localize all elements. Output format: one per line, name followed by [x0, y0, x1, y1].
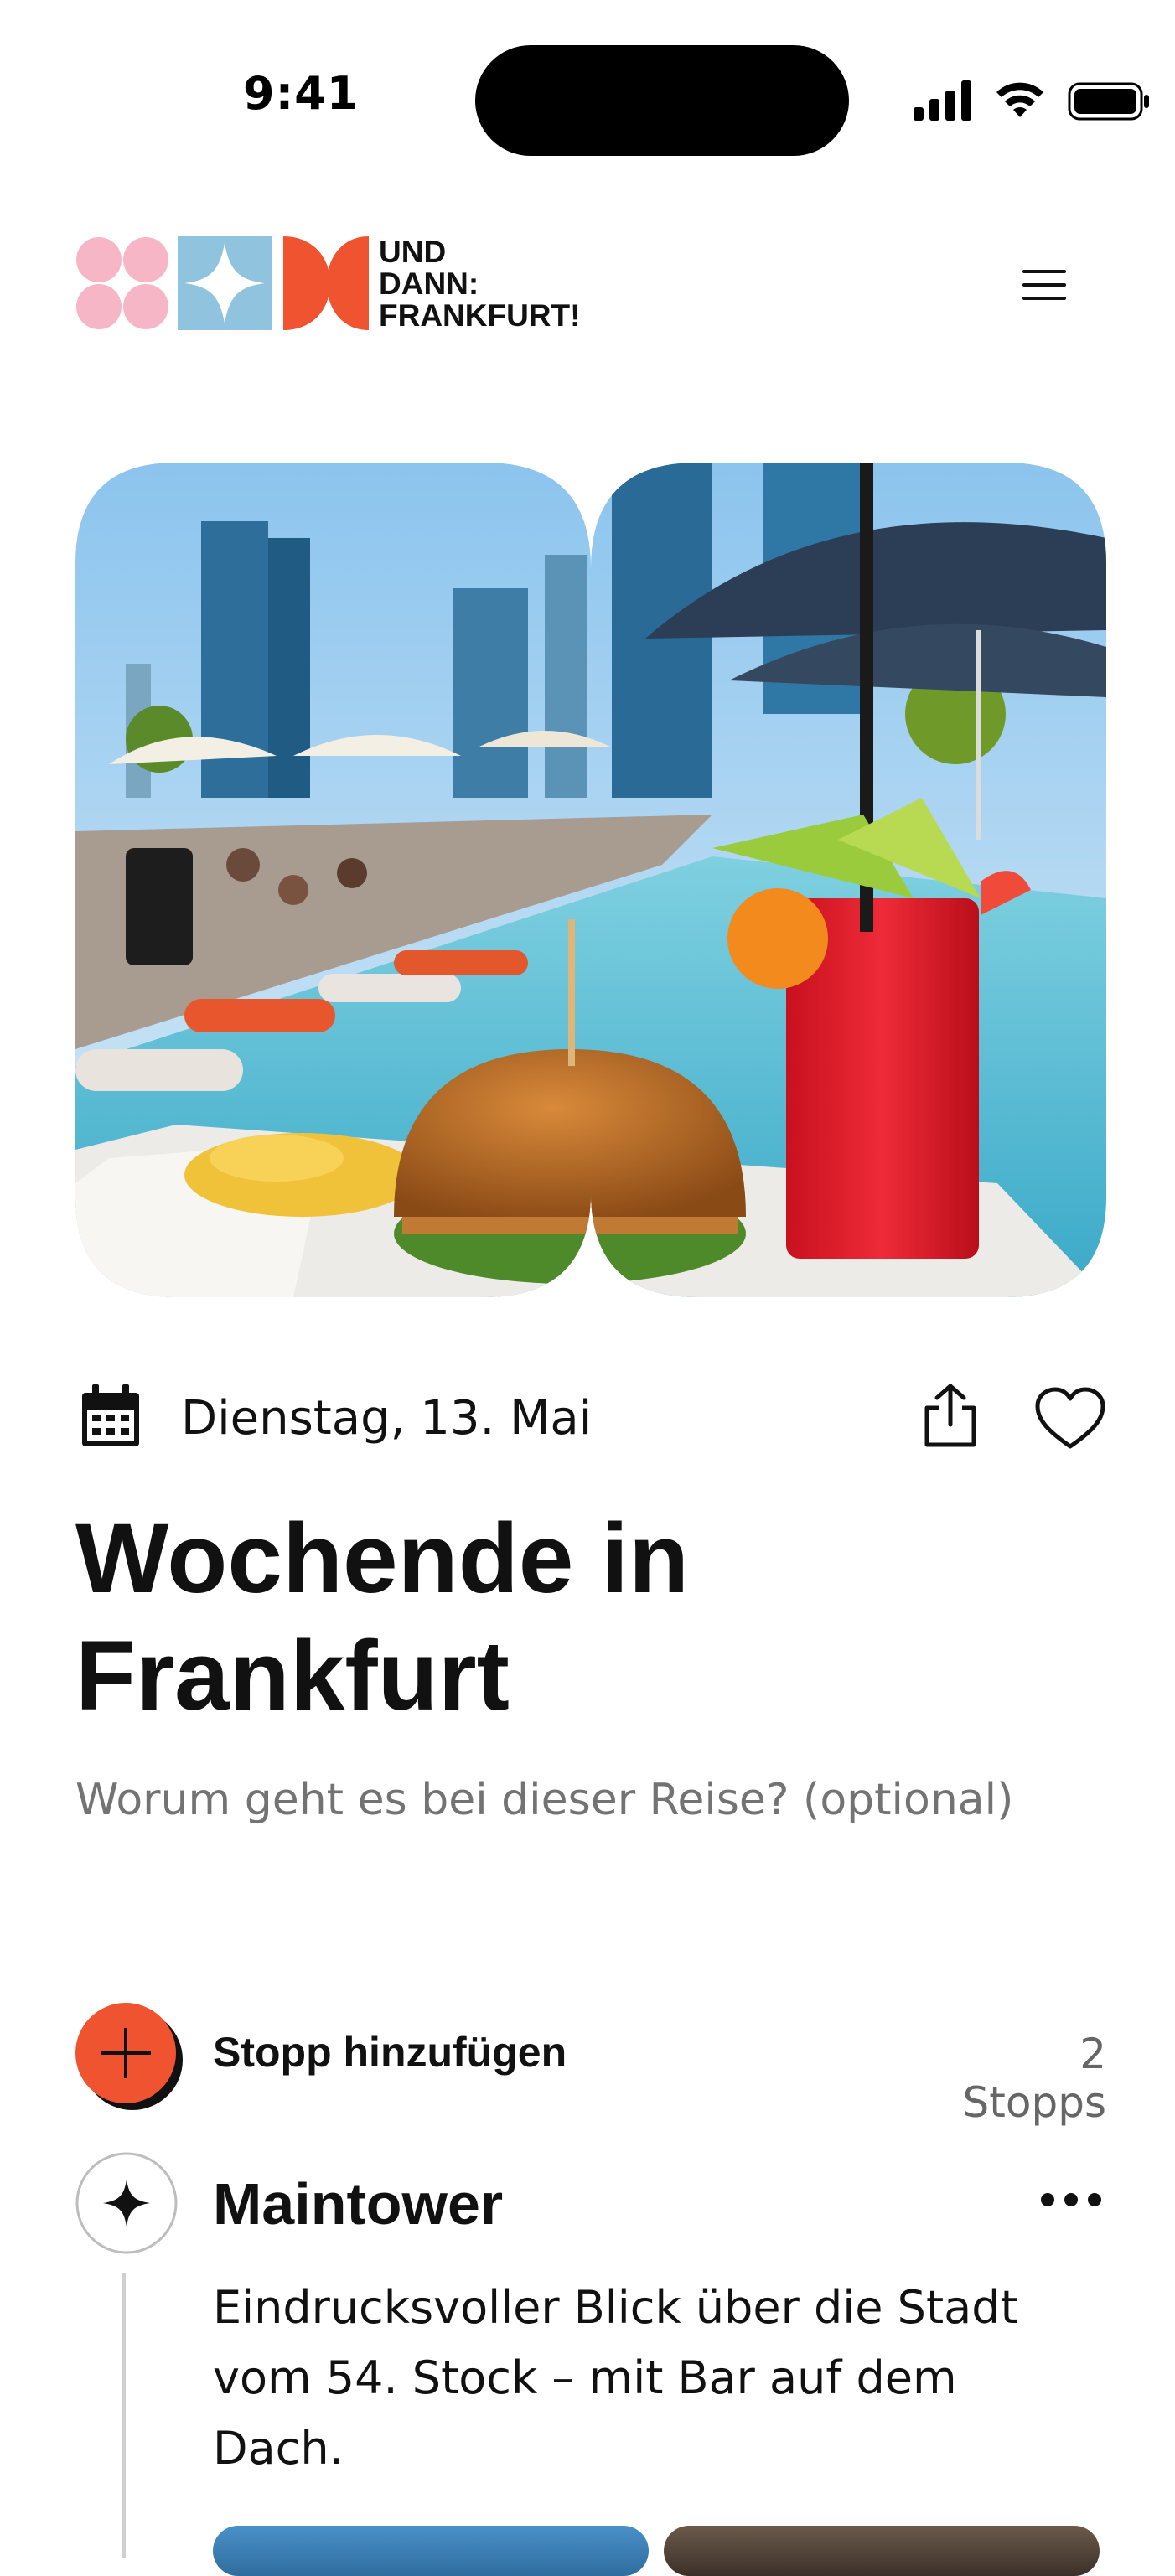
trip-title-line-2: Frankfurt: [75, 1621, 510, 1731]
share-icon[interactable]: [920, 1383, 981, 1450]
trip-date[interactable]: Dienstag, 13. Mai: [181, 1391, 592, 1446]
status-time: 9:41: [243, 67, 360, 120]
stop-count: 2 Stopps: [962, 2030, 1106, 2127]
logo-wordmark: UND DANN: FRANKFURT!: [379, 236, 580, 332]
battery-icon: [1068, 82, 1149, 121]
add-stop-label[interactable]: Stopp hinzufügen: [213, 2028, 567, 2077]
hamburger-menu-icon[interactable]: [1014, 260, 1074, 310]
logo-text-line-1: UND: [379, 235, 447, 269]
add-stop-button[interactable]: [75, 2003, 184, 2112]
stop-photo-2[interactable]: [664, 2526, 1100, 2576]
dynamic-island: [475, 45, 849, 156]
logo-text-line-2: DANN:: [379, 266, 479, 301]
heart-favorite-icon[interactable]: [1034, 1386, 1106, 1451]
wifi-icon: [996, 82, 1043, 117]
timeline-line: [122, 2273, 126, 2558]
trip-title-line-1: Wochende in: [75, 1503, 690, 1614]
more-options-icon[interactable]: [1036, 2187, 1106, 2212]
trip-description-input[interactable]: Worum geht es bei dieser Reise? (optiona…: [75, 1775, 1115, 1825]
stop-description: Eindrucksvoller Blick über die Stadt vom…: [213, 2281, 1018, 2475]
stop-photo-1[interactable]: [213, 2526, 649, 2576]
cellular-signal-icon: [914, 80, 971, 121]
hero-image: [75, 463, 1106, 1297]
logo-text-line-3: FRANKFURT!: [379, 298, 581, 333]
brand-logo-icon[interactable]: [75, 236, 369, 330]
calendar-icon: [82, 1384, 139, 1446]
trip-title[interactable]: Wochende in Frankfurt: [75, 1500, 1081, 1735]
sparkle-stop-icon: [75, 2152, 178, 2254]
stop-name[interactable]: Maintower: [213, 2170, 503, 2237]
